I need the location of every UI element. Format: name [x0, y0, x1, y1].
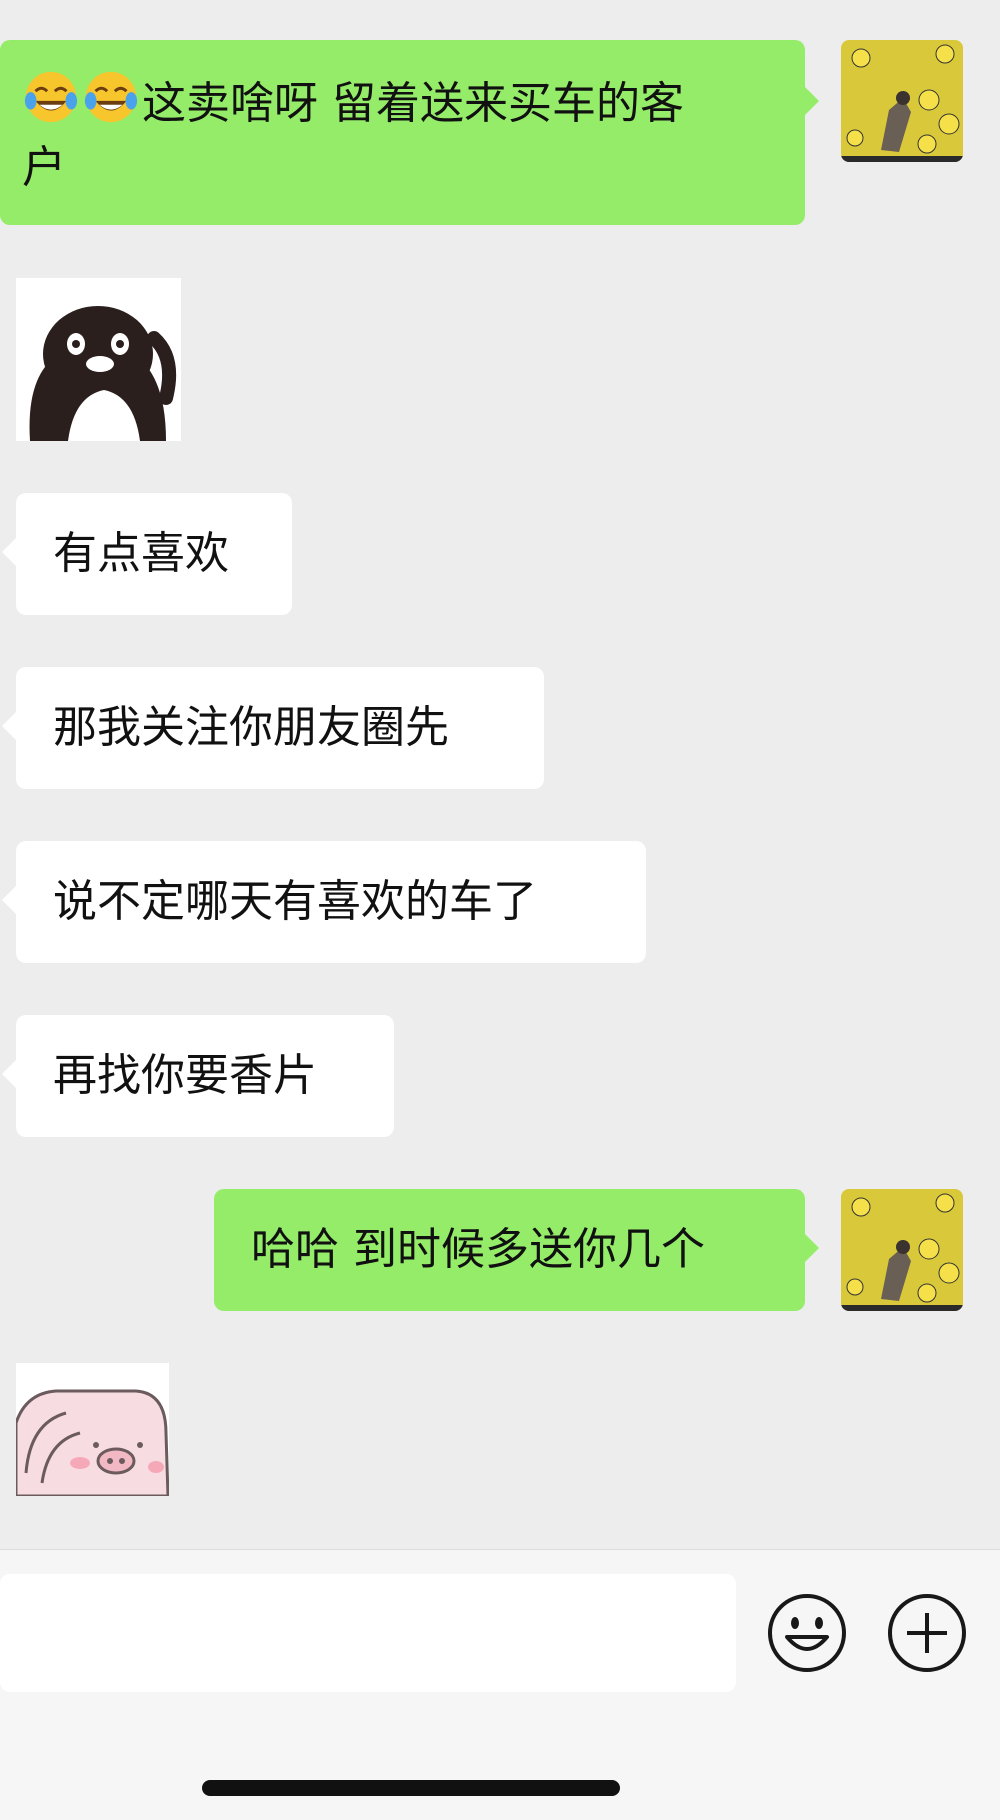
- chat-area[interactable]: 这卖啥呀 留着送来买车的客 户 有点喜欢 那我关注你朋友圈先 说不定哪天有喜欢的…: [0, 0, 1000, 1549]
- message-text: 再找你要香片: [53, 1050, 317, 1101]
- message-text: 那我关注你朋友圈先: [53, 702, 449, 753]
- my-avatar[interactable]: [841, 1189, 963, 1311]
- tears-of-joy-emoji-icon: [22, 68, 80, 126]
- their-message-bubble[interactable]: 说不定哪天有喜欢的车了: [16, 841, 646, 963]
- my-avatar[interactable]: [841, 40, 963, 162]
- bubble-tail: [2, 886, 16, 914]
- bubble-tail: [805, 87, 819, 115]
- composer-bar: [0, 1549, 1000, 1820]
- message-input[interactable]: [0, 1574, 736, 1692]
- my-message-bubble[interactable]: 这卖啥呀 留着送来买车的客 户: [0, 40, 805, 225]
- message-text: 哈哈 到时候多送你几个: [251, 1224, 705, 1275]
- message-text: 有点喜欢: [53, 528, 229, 579]
- tears-of-joy-emoji-icon: [82, 68, 140, 126]
- message-text: 说不定哪天有喜欢的车了: [53, 876, 537, 927]
- plus-icon[interactable]: [887, 1593, 967, 1673]
- bubble-tail: [805, 1234, 819, 1262]
- bubble-tail: [2, 712, 16, 740]
- message-text-continued: 户: [22, 142, 66, 193]
- pink-pig-sticker[interactable]: [16, 1363, 169, 1496]
- their-message-bubble[interactable]: 那我关注你朋友圈先: [16, 667, 544, 789]
- their-message-bubble[interactable]: 再找你要香片: [16, 1015, 394, 1137]
- smiley-icon[interactable]: [767, 1593, 847, 1673]
- bubble-tail: [2, 1060, 16, 1088]
- home-indicator[interactable]: [202, 1780, 620, 1796]
- penguin-salute-sticker[interactable]: [16, 278, 181, 441]
- their-message-bubble[interactable]: 有点喜欢: [16, 493, 292, 615]
- bubble-tail: [2, 538, 16, 566]
- my-message-bubble[interactable]: 哈哈 到时候多送你几个: [214, 1189, 805, 1311]
- message-text: 这卖啥呀 留着送来买车的客: [142, 78, 684, 129]
